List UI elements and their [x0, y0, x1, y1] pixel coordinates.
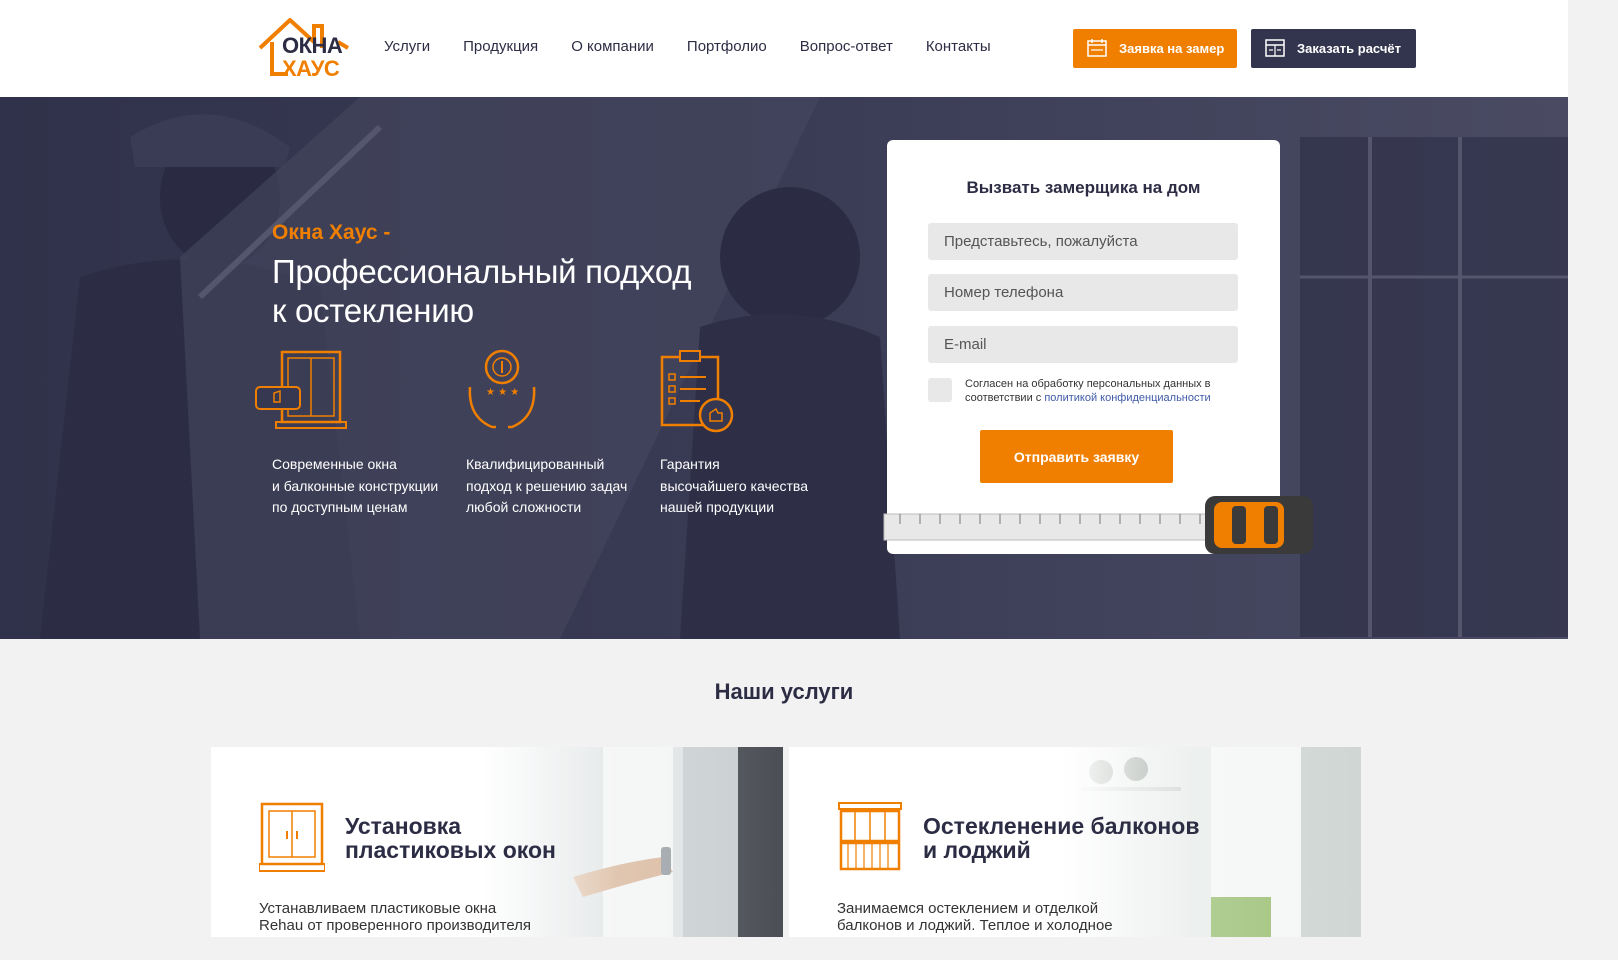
service-card-balconies[interactable]: Остекленение балконов и лоджий Занимаемс… [789, 747, 1361, 937]
hero-title: Профессиональный подход к остеклению [272, 252, 772, 330]
service-desc-line: балконов и лоджий. Теплое и холодное [837, 917, 1113, 934]
feature-line: подход к решению задач [466, 477, 628, 494]
nav-faq[interactable]: Вопрос-ответ [800, 38, 893, 55]
order-calc-button[interactable]: Заказать расчёт [1251, 29, 1416, 68]
calculator-icon [1265, 39, 1285, 57]
logo-line2: ХАУС [282, 56, 340, 81]
services-title: Наши услуги [714, 679, 854, 704]
logo[interactable]: ОКНА ХАУС [258, 17, 350, 82]
service-title-line: и лоджий [923, 837, 1031, 863]
email-input[interactable] [928, 326, 1238, 363]
checklist-like-icon [660, 350, 734, 433]
hero-kicker: Окна Хаус - [272, 221, 391, 244]
nav-uslugi[interactable]: Услуги [384, 38, 430, 55]
feature-line: любой сложности [466, 499, 582, 515]
submit-request-button[interactable]: Отправить заявку [980, 430, 1173, 483]
nav-produkciya[interactable]: Продукция [463, 38, 538, 55]
feature-line: Квалифицированный [466, 456, 605, 472]
feature-line: нашей продукции [660, 499, 775, 515]
nav-portfolio[interactable]: Портфолио [687, 38, 767, 55]
service-card-desc: Занимаемся остеклением и отделкой балкон… [837, 900, 1137, 934]
service-card-title: Остекленение балконов и лоджий [923, 814, 1223, 862]
medal-hands-icon: ★ ★ ★ [468, 349, 536, 429]
hero-background-photo [0, 97, 1568, 639]
service-title-line: Установка [345, 813, 462, 839]
feature-line: и балконные конструкции [272, 477, 439, 494]
site-header: ОКНА ХАУС Услуги Продукция О компании По… [0, 0, 1568, 97]
nav-o-kompanii[interactable]: О компании [571, 38, 654, 55]
main-nav: Услуги Продукция О компании Портфолио Во… [384, 38, 1024, 55]
phone-input[interactable] [928, 274, 1238, 311]
consent-text: Согласен на обработку персональных данны… [965, 377, 1245, 405]
order-calc-label: Заказать расчёт [1297, 41, 1401, 56]
window-like-icon [255, 350, 347, 429]
feature-line: Современные окна [272, 456, 397, 472]
form-title: Вызвать замерщика на дом [966, 178, 1201, 197]
tape-measure-image [883, 496, 1313, 554]
hero-section: Окна Хаус - Профессиональный подход к ос… [0, 97, 1568, 639]
feature-text: Гарантия высочайшего качества нашей прод… [660, 454, 850, 519]
calendar-ruler-icon [1087, 39, 1107, 57]
window-icon [259, 802, 325, 872]
name-input[interactable] [928, 223, 1238, 260]
service-desc-line: Устанавливаем пластиковые окна [259, 900, 497, 917]
service-card-windows[interactable]: Установка пластиковых окон Устанавливаем… [211, 747, 783, 937]
hero-title-line1: Профессиональный подход [272, 253, 692, 290]
feature-line: по доступным ценам [272, 499, 408, 515]
service-title-line: пластиковых окон [345, 837, 556, 863]
service-card-title: Установка пластиковых окон [345, 814, 625, 862]
service-desc-line: Rehau от проверенного производителя [259, 917, 532, 934]
feature-text: Квалифицированный подход к решению задач… [466, 454, 656, 519]
feature-text: Современные окна и балконные конструкции… [272, 454, 462, 519]
svg-text:★ ★ ★: ★ ★ ★ [486, 387, 519, 398]
consent-checkbox[interactable] [928, 378, 952, 402]
privacy-policy-link[interactable]: политикой конфиденциальности [1044, 392, 1210, 404]
nav-kontakty[interactable]: Контакты [926, 38, 991, 55]
service-desc-line: Занимаемся остеклением и отделкой [837, 900, 1099, 917]
feature-line: высочайшего качества [660, 477, 808, 494]
request-measure-label: Заявка на замер [1119, 41, 1225, 56]
balcony-icon [838, 802, 902, 871]
logo-line1: ОКНА [282, 33, 343, 58]
feature-line: Гарантия [660, 456, 720, 472]
request-measure-button[interactable]: Заявка на замер [1073, 29, 1237, 68]
service-title-line: Остекленение балконов [923, 813, 1200, 839]
service-card-desc: Устанавливаем пластиковые окна Rehau от … [259, 900, 559, 934]
hero-title-line2: к остеклению [272, 292, 474, 329]
